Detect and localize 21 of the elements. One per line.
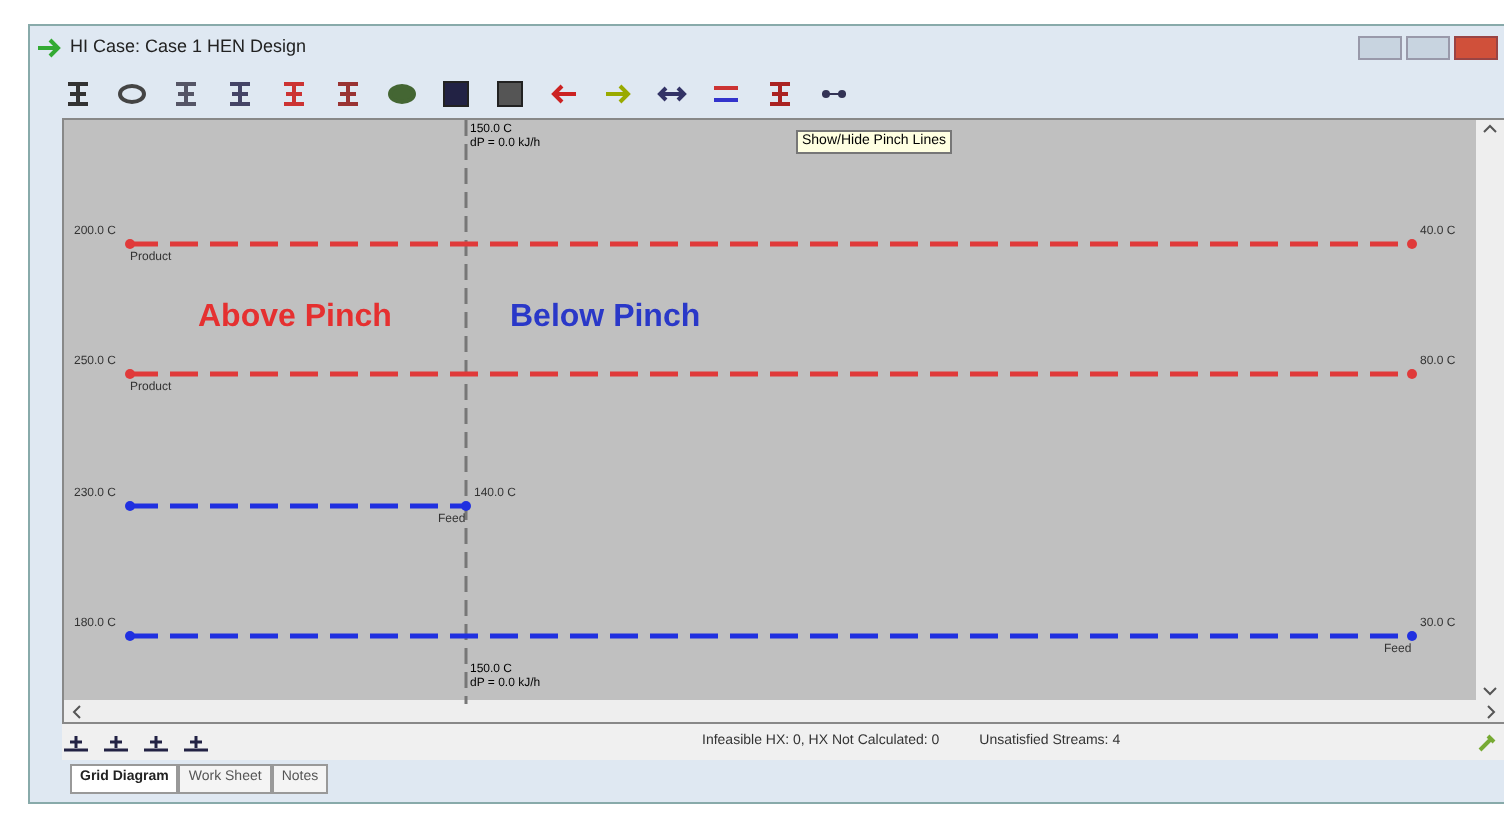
stream-line[interactable] [124,628,1418,644]
oval-icon[interactable] [116,78,148,110]
zoom-all-icon[interactable] [182,732,210,752]
block-icon[interactable] [440,78,472,110]
window-title: HI Case: Case 1 HEN Design [70,34,307,61]
scroll-right-icon[interactable] [1484,703,1500,719]
splitter-icon[interactable] [62,78,94,110]
scroll-down-icon[interactable] [1482,684,1498,700]
ellipse-icon[interactable] [386,78,418,110]
app-icon [38,38,62,58]
pinch-icon[interactable] [764,78,796,110]
scroll-up-icon[interactable] [1482,120,1498,136]
region-label: Below Pinch [510,298,701,338]
stream-line[interactable] [124,498,472,514]
vertical-scrollbar[interactable] [1476,120,1504,700]
region-label: Above Pinch [198,298,392,338]
horizontal-scrollbar[interactable] [64,700,1504,722]
zoom-in-icon[interactable] [62,732,90,752]
zoom-out-icon[interactable] [102,732,130,752]
scroll-left-icon[interactable] [68,703,84,719]
fit-icon[interactable] [142,732,170,752]
